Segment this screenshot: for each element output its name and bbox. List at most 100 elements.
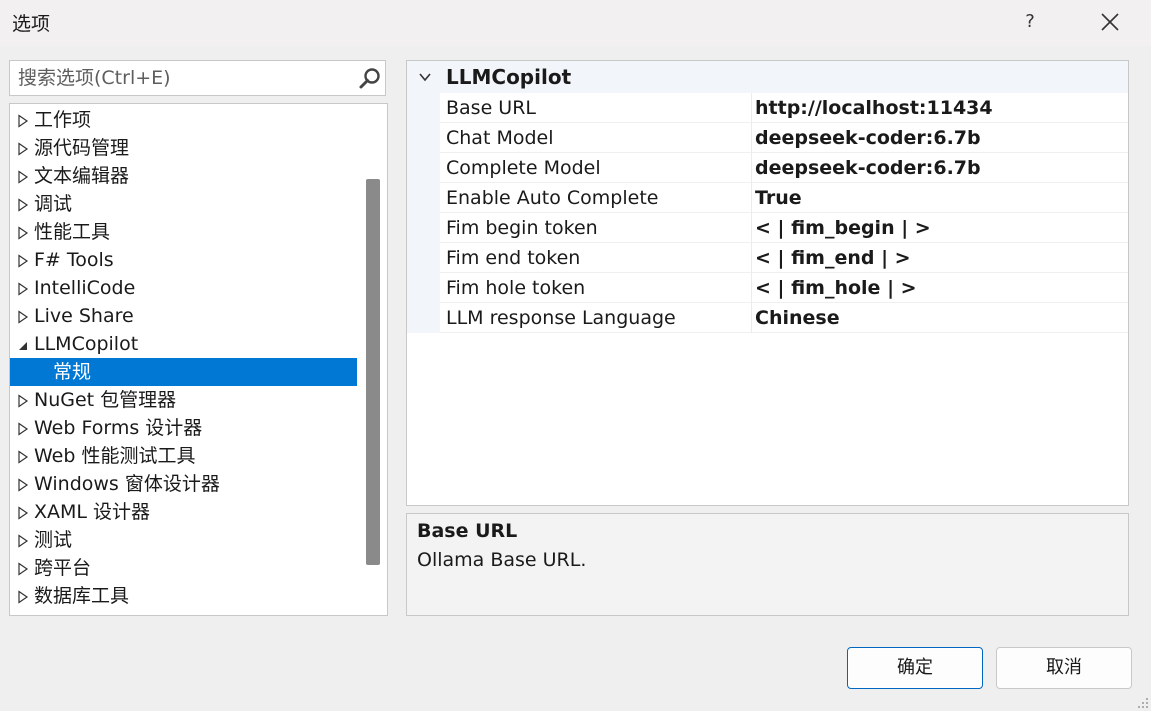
property-row[interactable]: Base URL http://localhost:11434 bbox=[407, 93, 1128, 123]
collapsed-triangle-icon[interactable] bbox=[17, 590, 29, 604]
description-panel: Base URL Ollama Base URL. bbox=[406, 513, 1129, 616]
property-name[interactable]: Complete Model bbox=[446, 153, 751, 183]
help-button[interactable]: ? bbox=[1016, 6, 1044, 38]
tree-item-label: XAML 设计器 bbox=[34, 501, 151, 523]
property-column-divider[interactable] bbox=[751, 213, 752, 243]
tree-item[interactable]: IntelliCode bbox=[10, 274, 357, 302]
close-button[interactable] bbox=[1090, 4, 1130, 40]
tree-item[interactable]: Web Forms 设计器 bbox=[10, 414, 357, 442]
property-value[interactable]: deepseek-coder:6.7b bbox=[755, 153, 981, 183]
property-row[interactable]: Fim begin token < | fim_begin | > bbox=[407, 213, 1128, 243]
collapsed-triangle-icon[interactable] bbox=[17, 394, 29, 408]
property-row-gutter bbox=[407, 303, 440, 333]
property-row[interactable]: Enable Auto Complete True bbox=[407, 183, 1128, 213]
property-row[interactable]: LLM response Language Chinese bbox=[407, 303, 1128, 333]
tree-item[interactable]: Windows 窗体设计器 bbox=[10, 470, 357, 498]
options-tree: 工作项源代码管理文本编辑器调试性能工具 F# Tools IntelliCode Li… bbox=[9, 103, 388, 616]
tree-item-label: NuGet 包管理器 bbox=[34, 389, 177, 411]
property-name[interactable]: Fim hole token bbox=[446, 273, 751, 303]
tree-item[interactable]: 跨平台 bbox=[10, 554, 357, 582]
tree-item[interactable]: Live Share bbox=[10, 302, 357, 330]
tree-item[interactable]: 常规 bbox=[10, 358, 357, 386]
tree-item[interactable]: LLMCopilot bbox=[10, 330, 357, 358]
property-name[interactable]: LLM response Language bbox=[446, 303, 751, 333]
tree-item-label: Windows 窗体设计器 bbox=[34, 473, 220, 495]
property-name[interactable]: Enable Auto Complete bbox=[446, 183, 751, 213]
search-icon[interactable] bbox=[358, 66, 382, 90]
tree-item[interactable]: 调试 bbox=[10, 190, 357, 218]
tree-item[interactable]: 源代码管理 bbox=[10, 134, 357, 162]
property-value[interactable]: True bbox=[755, 183, 802, 213]
tree-item[interactable]: F# Tools bbox=[10, 246, 357, 274]
description-title: Base URL bbox=[417, 520, 518, 542]
ok-button[interactable]: 确定 bbox=[847, 647, 983, 689]
property-column-divider[interactable] bbox=[751, 273, 752, 303]
tree-item-label: LLMCopilot bbox=[34, 333, 139, 355]
collapsed-triangle-icon[interactable] bbox=[17, 534, 29, 548]
collapsed-triangle-icon[interactable] bbox=[17, 478, 29, 492]
collapsed-triangle-icon[interactable] bbox=[17, 226, 29, 240]
property-row[interactable]: Fim hole token < | fim_hole | > bbox=[407, 273, 1128, 303]
tree-list: 工作项源代码管理文本编辑器调试性能工具 F# Tools IntelliCode Li… bbox=[10, 106, 357, 610]
property-row-gutter bbox=[407, 93, 440, 123]
collapsed-triangle-icon[interactable] bbox=[17, 254, 29, 268]
expanded-triangle-icon[interactable] bbox=[17, 338, 29, 352]
tree-item[interactable]: 工作项 bbox=[10, 106, 357, 134]
tree-item-label: 跨平台 bbox=[34, 557, 92, 579]
property-value[interactable]: < | fim_begin | > bbox=[755, 213, 931, 243]
property-name[interactable]: Fim begin token bbox=[446, 213, 751, 243]
property-column-divider[interactable] bbox=[751, 243, 752, 273]
collapsed-triangle-icon[interactable] bbox=[17, 198, 29, 212]
property-row[interactable]: Complete Model deepseek-coder:6.7b bbox=[407, 153, 1128, 183]
property-value[interactable]: < | fim_hole | > bbox=[755, 273, 917, 303]
chevron-down-icon[interactable] bbox=[418, 71, 432, 83]
property-grid: LLMCopilot Base URL http://localhost:1143… bbox=[406, 60, 1129, 506]
tree-item-label: Live Share bbox=[34, 305, 134, 327]
search-input[interactable] bbox=[10, 61, 350, 95]
property-column-divider[interactable] bbox=[751, 153, 752, 183]
collapsed-triangle-icon[interactable] bbox=[17, 506, 29, 520]
resize-grip-icon[interactable] bbox=[1136, 696, 1149, 709]
property-column-divider[interactable] bbox=[751, 123, 752, 153]
property-name[interactable]: Chat Model bbox=[446, 123, 751, 153]
tree-item[interactable]: 性能工具 bbox=[10, 218, 357, 246]
property-row-gutter bbox=[407, 243, 440, 273]
tree-item-label: F# Tools bbox=[34, 249, 114, 271]
collapsed-triangle-icon[interactable] bbox=[17, 422, 29, 436]
property-name[interactable]: Base URL bbox=[446, 93, 751, 123]
property-value[interactable]: http://localhost:11434 bbox=[755, 93, 993, 123]
tree-item[interactable]: Web 性能测试工具 bbox=[10, 442, 357, 470]
property-row-gutter bbox=[407, 123, 440, 153]
tree-item[interactable]: NuGet 包管理器 bbox=[10, 386, 357, 414]
property-category-header[interactable]: LLMCopilot bbox=[407, 61, 1128, 93]
collapsed-triangle-icon[interactable] bbox=[17, 170, 29, 184]
tree-item-label: 调试 bbox=[34, 193, 73, 215]
collapsed-triangle-icon[interactable] bbox=[17, 142, 29, 156]
property-row[interactable]: Fim end token < | fim_end | > bbox=[407, 243, 1128, 273]
options-dialog: 选项 ? 工作项源代码管理文本编辑器调试性能工具 F# Tools IntelliC… bbox=[0, 0, 1151, 711]
property-value[interactable]: < | fim_end | > bbox=[755, 243, 911, 273]
property-name[interactable]: Fim end token bbox=[446, 243, 751, 273]
property-row-gutter bbox=[407, 273, 440, 303]
property-column-divider[interactable] bbox=[751, 183, 752, 213]
collapsed-triangle-icon[interactable] bbox=[17, 310, 29, 324]
collapsed-triangle-icon[interactable] bbox=[17, 114, 29, 128]
tree-item[interactable]: 文本编辑器 bbox=[10, 162, 357, 190]
cancel-button[interactable]: 取消 bbox=[996, 647, 1132, 689]
collapsed-triangle-icon[interactable] bbox=[17, 562, 29, 576]
search-box bbox=[9, 60, 386, 96]
collapsed-triangle-icon[interactable] bbox=[17, 450, 29, 464]
tree-item[interactable]: 测试 bbox=[10, 526, 357, 554]
property-value[interactable]: Chinese bbox=[755, 303, 840, 333]
property-rows: Base URL http://localhost:11434 Chat Model… bbox=[407, 93, 1128, 333]
property-value[interactable]: deepseek-coder:6.7b bbox=[755, 123, 981, 153]
collapsed-triangle-icon[interactable] bbox=[17, 282, 29, 296]
tree-item-label: 源代码管理 bbox=[34, 137, 130, 159]
property-column-divider[interactable] bbox=[751, 303, 752, 333]
property-row[interactable]: Chat Model deepseek-coder:6.7b bbox=[407, 123, 1128, 153]
tree-item[interactable]: 数据库工具 bbox=[10, 582, 357, 610]
tree-item-label: 测试 bbox=[34, 529, 73, 551]
tree-scrollbar-thumb[interactable] bbox=[366, 179, 380, 565]
property-column-divider[interactable] bbox=[751, 93, 752, 123]
tree-item[interactable]: XAML 设计器 bbox=[10, 498, 357, 526]
